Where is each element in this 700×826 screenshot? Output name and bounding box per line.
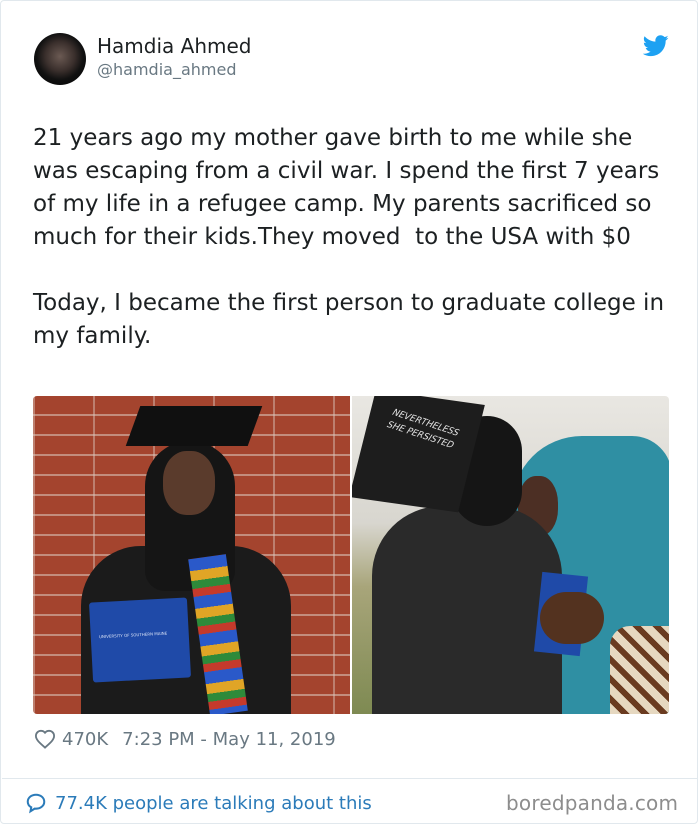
conversation-link[interactable]: 77.4K people are talking about this bbox=[25, 791, 372, 815]
conversation-text[interactable]: 77.4K people are talking about this bbox=[55, 793, 372, 814]
graduation-cap bbox=[125, 406, 263, 446]
tweet-card: Hamdia Ahmed @hamdia_ahmed 21 years ago … bbox=[0, 0, 698, 824]
patterned-sleeve bbox=[610, 626, 669, 714]
source-watermark: boredpanda.com bbox=[506, 791, 679, 815]
tweet-media[interactable]: UNIVERSITY OF SOUTHERN MAINE NEVERTHELES… bbox=[33, 396, 669, 714]
photo-graduate-portrait[interactable]: UNIVERSITY OF SOUTHERN MAINE bbox=[33, 396, 350, 714]
speech-bubble-icon bbox=[26, 793, 46, 814]
like-count[interactable]: 470K bbox=[62, 729, 108, 750]
cap-text: NEVERTHELESS SHE PERSISTED bbox=[385, 407, 461, 452]
heart-icon[interactable] bbox=[34, 729, 56, 749]
avatar[interactable] bbox=[34, 33, 86, 85]
author-handle[interactable]: @hamdia_ahmed bbox=[97, 60, 236, 79]
graduation-gown-back bbox=[372, 506, 562, 714]
photo-graduate-with-mother[interactable]: NEVERTHELESS SHE PERSISTED bbox=[352, 396, 669, 714]
diploma-cover bbox=[88, 597, 192, 683]
twitter-bird-icon[interactable] bbox=[643, 35, 669, 57]
mother-hands bbox=[540, 592, 604, 644]
divider bbox=[2, 778, 698, 779]
author-display-name[interactable]: Hamdia Ahmed bbox=[97, 34, 251, 58]
graduate-face bbox=[163, 451, 215, 515]
tweet-meta: 470K 7:23 PM - May 11, 2019 bbox=[34, 727, 336, 751]
tweet-text: 21 years ago my mother gave birth to me … bbox=[33, 125, 665, 349]
timestamp[interactable]: 7:23 PM - May 11, 2019 bbox=[122, 729, 336, 750]
